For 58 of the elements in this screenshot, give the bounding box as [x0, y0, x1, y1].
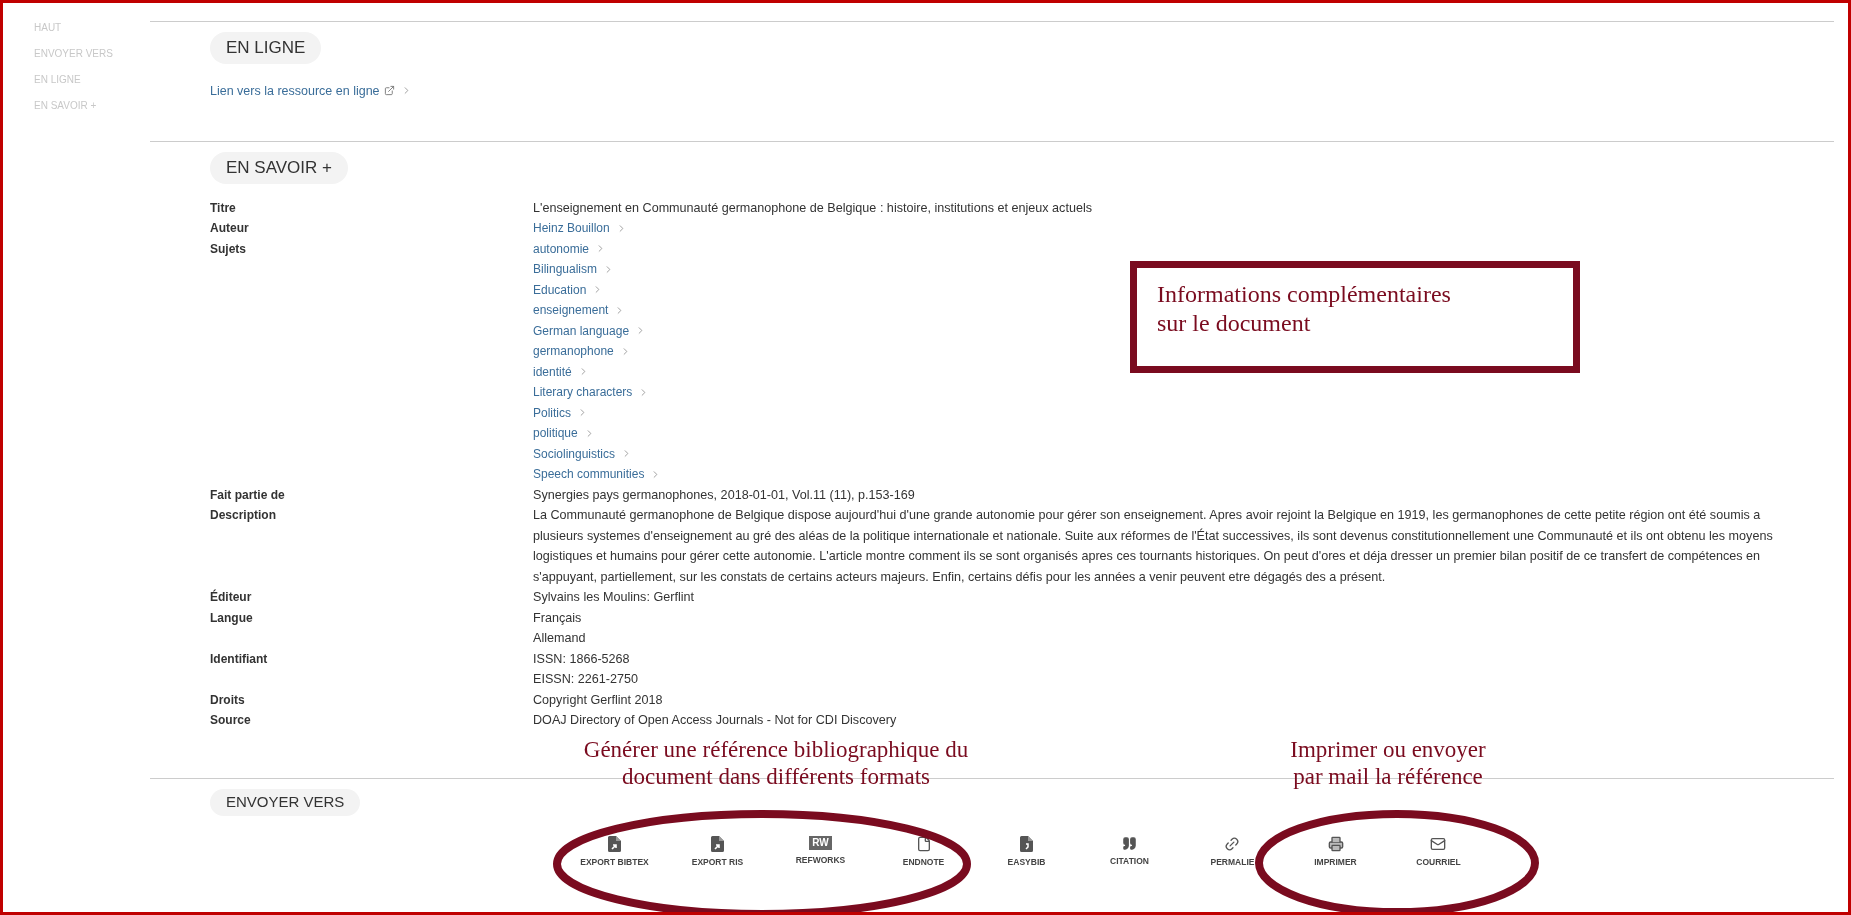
section-heading: EN LIGNE [210, 32, 322, 64]
field-value: Synergies pays germanophones, 2018-01-01, Vol.11 (11), p.153-169 [533, 486, 916, 504]
printer-icon [1327, 835, 1344, 852]
field-link[interactable]: Sociolinguistics [533, 443, 616, 464]
file-arrow-icon [608, 835, 621, 852]
field-link[interactable]: politique [533, 423, 578, 444]
field-value: L'enseignement en Communauté germanophone de Belgique : histoire, institutions et enjeux actuels [533, 199, 1093, 217]
annotation-caption: Générer une référence bibliographique du document dans différents formats [582, 736, 970, 790]
field-label: Identifiant [210, 650, 269, 668]
external-link-icon [383, 85, 395, 97]
export-action[interactable]: PERMALIE [1210, 835, 1255, 869]
field-label: Droits [210, 691, 246, 709]
field-label: Fait partie de [210, 486, 286, 504]
export-action[interactable]: RW REFWORKS [795, 835, 846, 869]
export-action[interactable]: EXPORT BIBTEX [580, 835, 649, 869]
export-action[interactable]: EASYBIB [1007, 835, 1046, 869]
field-link[interactable]: Bilingualism [533, 259, 598, 280]
field-value: Sylvains les Moulins: Gerflint [533, 589, 695, 606]
field-value: ISSN: 1866-5268 [533, 650, 631, 668]
field-value: La Communauté germanophone de Belgique dispose aujourd'hui d'une grande autonomie pour gérer son enseignement. Apres avoir rejoint la Belgique en 1919, les germanophones de cette petite région ont été soumis a plusieurs systemes d'enseignement au gré des aléas de la politique internationale et nationale. Suite aux réformes de l'État successives, ils sont devenus constitutionnellement une Communauté et ils ont obtenu les moyens logistiques et humains pour gérer cette autonomie. L'article montre comment ils se sont organisés apres ces tournants historiques. On peut d'ores et déja dresser un premier bilan positif de ce transfert de compétences en s'appuyant, partiellement, sur les constats de certains acteurs majeurs. Enfin, certains défis pour les années a venir peuvent etre dégagés des a présent. [533, 507, 1774, 586]
field-link[interactable]: identité [533, 361, 572, 382]
field-label: Langue [210, 609, 254, 627]
export-action[interactable]: IMPRIMER [1314, 835, 1357, 869]
export-action[interactable]: CITATION [1110, 835, 1149, 869]
field-label: Description [210, 507, 277, 524]
field-label: Source [210, 712, 252, 729]
field-value: Français [533, 609, 583, 627]
field-link[interactable]: Heinz Bouillon [533, 218, 610, 239]
field-label: Titre [210, 199, 237, 217]
field-value: EISSN: 2261-2750 [533, 671, 640, 688]
quote-icon [1122, 835, 1137, 851]
field-value: Copyright Gerflint 2018 [533, 691, 664, 709]
online-resource-link[interactable]: Lien vers la ressource en ligne [210, 81, 380, 101]
field-link[interactable]: Education [533, 279, 587, 300]
field-link[interactable]: germanophone [533, 341, 614, 362]
field-label: Auteur [210, 220, 250, 237]
field-value: DOAJ Directory of Open Access Journals - Not for CDI Discovery [533, 712, 898, 729]
field-link[interactable]: Speech communities [533, 464, 645, 485]
field-link[interactable]: enseignement [533, 300, 609, 321]
field-link[interactable]: Politics [533, 402, 571, 423]
annotation-caption: Imprimer ou envoyer par mail la référence [1289, 736, 1487, 790]
section-heading: ENVOYER VERS [210, 789, 361, 816]
section-heading: EN SAVOIR + [210, 152, 348, 184]
annotation-box: Informations complémentaires sur le document [1130, 261, 1580, 373]
field-label: Éditeur [210, 588, 253, 606]
field-link[interactable]: autonomie [533, 238, 590, 259]
field-link[interactable]: German language [533, 320, 630, 341]
file-arrow-icon [711, 835, 724, 852]
field-label: Sujets [210, 240, 247, 258]
file-icon [1020, 835, 1033, 852]
export-action[interactable]: EXPORT RIS [691, 835, 744, 869]
field-value: Allemand [533, 630, 587, 647]
refworks-icon: RW [809, 835, 832, 850]
export-action[interactable]: ENDNOTE [902, 835, 945, 869]
mail-icon [1430, 835, 1447, 852]
export-action[interactable]: COURRIEL [1416, 835, 1461, 869]
field-link[interactable]: Literary characters [533, 382, 633, 403]
file-icon [915, 835, 932, 852]
